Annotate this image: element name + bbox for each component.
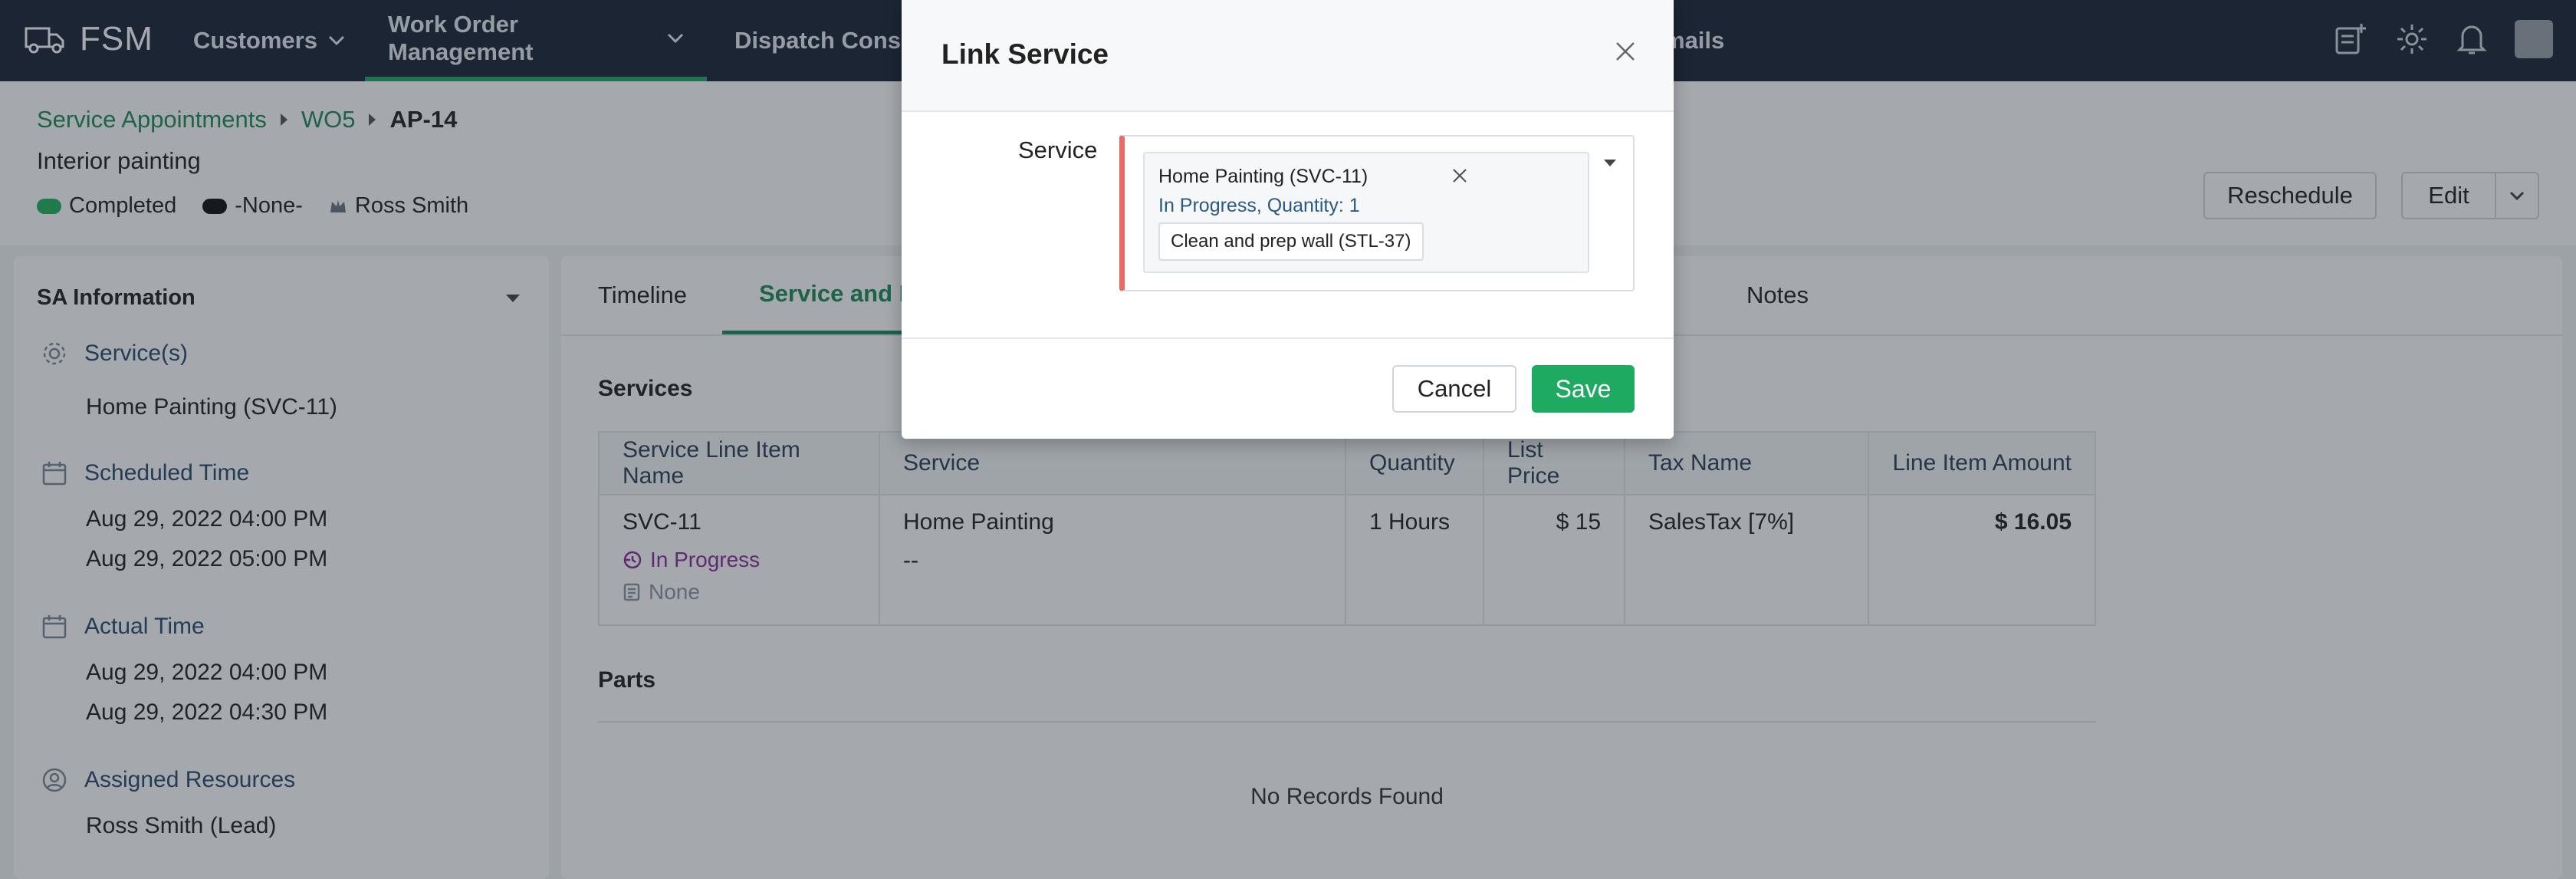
cancel-button[interactable]: Cancel <box>1392 365 1516 413</box>
chip-title: Home Painting (SVC-11) <box>1158 166 1368 187</box>
close-icon[interactable] <box>1614 40 1637 63</box>
selected-service-chip[interactable]: Home Painting (SVC-11) In Progress, Quan… <box>1143 152 1589 273</box>
service-field-label: Service <box>1018 137 1098 163</box>
remove-selection-icon[interactable] <box>1451 167 1468 184</box>
chip-task-tag: Clean and prep wall (STL-37) <box>1158 222 1424 261</box>
service-lookup-field[interactable]: Home Painting (SVC-11) In Progress, Quan… <box>1119 135 1635 291</box>
save-button[interactable]: Save <box>1532 365 1635 413</box>
dialog-header: Link Service <box>902 0 1674 112</box>
dialog-footer-divider <box>902 337 1674 339</box>
dialog-title: Link Service <box>941 38 1109 70</box>
chip-subtitle: In Progress, Quantity: 1 <box>1158 195 1360 216</box>
dropdown-caret-icon[interactable] <box>1604 160 1616 166</box>
link-service-dialog: Link Service Service Home Painting (SVC-… <box>902 0 1674 439</box>
